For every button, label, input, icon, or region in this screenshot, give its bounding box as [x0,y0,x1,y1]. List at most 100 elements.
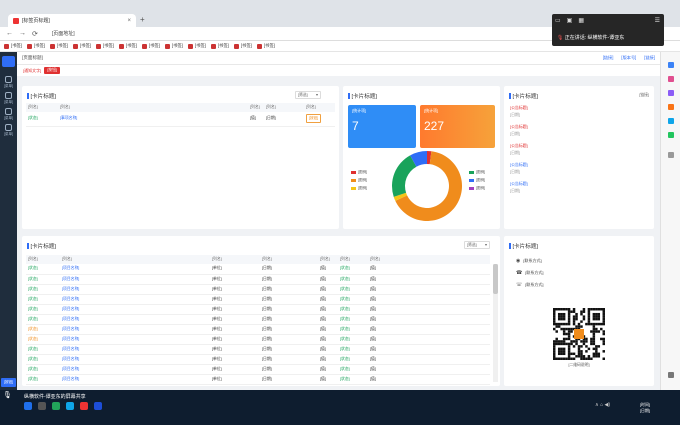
qr-module [567,350,571,353]
bookmark[interactable]: [书签] [49,43,68,49]
cell-role: [值] [318,294,338,305]
table-row[interactable]: [状态] [项目名称] [单位] [日期] [值] [状态] [值] [26,314,490,325]
cell-name[interactable]: [项目名称] [60,324,210,335]
windows-start-icon[interactable] [24,402,32,410]
camera-icon[interactable]: ▭ [555,17,561,24]
table-row[interactable]: [状态] [项目名称] [单位] [日期] [值] [状态] [值] [26,354,490,365]
table-row[interactable]: [状态] [项目名称] [单位] [日期] [值] [状态] [值] [26,334,490,345]
table-row[interactable]: [状态] [项目名称] [单位] [日期] [值] [状态] [值] [26,324,490,335]
mic-icon[interactable]: 🎙 [3,391,12,399]
reload-icon[interactable]: ⟳ [32,30,38,38]
table-row[interactable]: [状态] [项目名称] [单位] [日期] [值] [状态] [值] [26,264,490,275]
qr-module [595,352,598,356]
search-icon[interactable] [668,62,674,68]
table-row[interactable]: [状态] [项目名称] [单位] [日期] [值] [状态] [值] [26,284,490,295]
qr-module [575,317,578,321]
qr-module [553,312,556,316]
back-icon[interactable]: ← [6,30,13,37]
table-row[interactable]: [状态] [项目名称] [单位] [日期] [值] [状态] [值] [26,364,490,375]
app-logo-icon[interactable] [2,56,15,67]
projects-filter-select[interactable]: [筛选] [464,241,490,249]
stat-box-1[interactable]: [统计项] 7 [348,105,416,148]
bookmark[interactable]: [书签] [233,43,252,49]
todo-filter-select[interactable]: [筛选] [295,91,321,99]
announcement-item[interactable]: [公告标题] [日期] [510,162,528,175]
tools-icon[interactable] [668,90,674,96]
qr-module [562,352,566,356]
games-icon[interactable] [668,104,674,110]
bookmark[interactable]: [书签] [141,43,160,49]
more-link[interactable]: [链接] [639,93,649,98]
bookmark[interactable]: [书签] [4,43,22,49]
todo-action-button[interactable]: [按钮] [306,114,322,124]
user-menu-link[interactable]: [链接] [603,55,614,61]
bookmark[interactable]: [书签] [72,43,91,49]
bookmark[interactable]: [书签] [95,43,114,49]
cell-name[interactable]: [项目名称] [60,264,210,275]
table-row[interactable]: [状态] [项目名称] [单位] [日期] [值] [状态] [值] [26,274,490,285]
url-input[interactable]: [页面地址] [52,30,75,37]
outlook-icon[interactable] [668,118,674,124]
logout-link[interactable]: [链接] [644,55,655,61]
qr-module [555,322,558,326]
table-row[interactable]: [状态] [事项名称] [值] [日期] [按钮] [26,112,335,127]
table-row[interactable]: [状态] [项目名称] [单位] [日期] [值] [状态] [值] [26,294,490,305]
grid-icon[interactable]: ▦ [578,17,584,24]
sidebar-collapse-button[interactable]: [按钮] [1,378,16,387]
drop-icon[interactable] [668,132,674,138]
cell-name[interactable]: [项目名称] [60,344,210,355]
table-scrollbar[interactable] [493,264,498,382]
cell-name[interactable]: [项目名称] [60,364,210,375]
cell-name[interactable]: [项目名称] [60,374,210,385]
bookmark[interactable]: [书签] [187,43,206,49]
edge-icon[interactable] [66,402,74,410]
sidebar-item-home[interactable]: [菜单] [0,76,17,89]
donut-slice[interactable] [392,155,417,197]
shopping-icon[interactable] [668,76,674,82]
bookmark[interactable]: [书签] [26,43,45,49]
qr-module [582,355,586,358]
sidebar-item-files[interactable]: [菜单] [0,108,17,121]
cell-name[interactable]: [项目名称] [60,274,210,285]
qr-module [580,325,583,328]
system-tray-icon[interactable]: ∧ ⌂ ◀) [595,402,610,408]
bookmark[interactable]: [书签] [210,43,229,49]
notice-button[interactable]: [按钮] [44,67,60,74]
todo-item-link[interactable]: [事项名称] [58,112,248,127]
table-row[interactable]: [状态] [项目名称] [单位] [日期] [值] [状态] [值] [26,304,490,315]
browser-tab[interactable]: [标签页标题] × [8,14,136,27]
settings-icon[interactable] [668,372,674,378]
table-row[interactable]: [状态] [项目名称] [单位] [日期] [值] [状态] [值] [26,374,490,385]
table-row[interactable]: [状态] [项目名称] [单位] [日期] [值] [状态] [值] [26,344,490,355]
cell-name[interactable]: [项目名称] [60,334,210,345]
card-title: [卡片标题] [348,92,377,100]
sidebar-item-projects[interactable]: [菜单] [0,92,17,105]
cell-name[interactable]: [项目名称] [60,304,210,315]
layout-icon[interactable]: ▣ [567,17,573,24]
taskview-icon[interactable] [38,402,46,410]
app-icon[interactable] [94,402,102,410]
scrollbar-thumb[interactable] [493,264,498,294]
bookmark[interactable]: [书签] [256,43,275,49]
cell-name[interactable]: [项目名称] [60,314,210,325]
close-tab-icon[interactable]: × [127,18,131,24]
forward-icon[interactable]: → [19,30,26,37]
announcement-item[interactable]: [公告标题] [日期] [510,105,528,118]
announcement-item[interactable]: [公告标题] [日期] [510,124,528,137]
bookmark[interactable]: [书签] [118,43,137,49]
sidebar-item-personal[interactable]: [菜单] [0,124,17,137]
stat-box-2[interactable]: [统计项] 227 [420,105,495,148]
wechat-icon[interactable] [52,402,60,410]
cell-name[interactable]: [项目名称] [60,294,210,305]
qr-module [590,357,593,360]
announcement-item[interactable]: [公告标题] [日期] [510,143,528,156]
bookmark[interactable]: [书签] [164,43,183,49]
fullscreen-icon[interactable]: ☰ [655,17,660,24]
cell-name[interactable]: [项目名称] [60,284,210,295]
add-icon[interactable] [668,152,674,158]
cell-name[interactable]: [项目名称] [60,354,210,365]
taskbar-clock[interactable]: [时间] [日期] [640,402,650,414]
meeting-app-icon[interactable] [80,402,88,410]
new-tab-button[interactable]: + [140,15,145,24]
announcement-item[interactable]: [公告标题] [日期] [510,181,528,194]
